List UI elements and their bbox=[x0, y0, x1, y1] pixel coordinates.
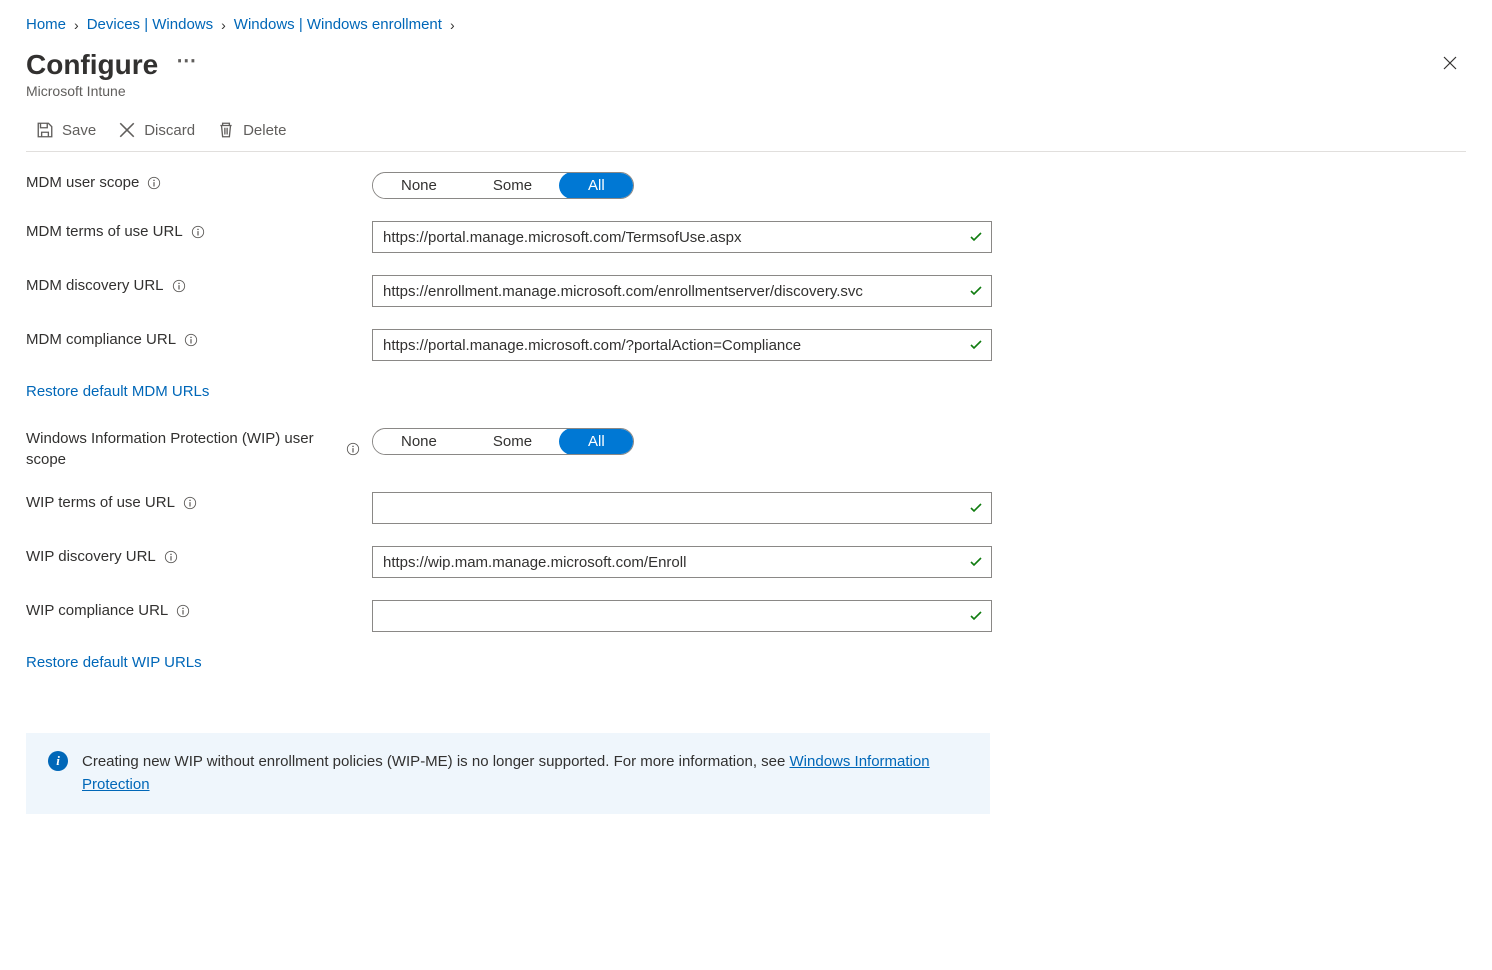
info-icon[interactable] bbox=[176, 604, 190, 618]
delete-button[interactable]: Delete bbox=[217, 121, 286, 139]
breadcrumb: Home › Devices | Windows › Windows | Win… bbox=[26, 16, 1466, 33]
chevron-right-icon: › bbox=[72, 17, 81, 33]
info-icon[interactable] bbox=[172, 279, 186, 293]
wip-tou-label: WIP terms of use URL bbox=[26, 492, 175, 513]
close-icon bbox=[1442, 55, 1458, 71]
restore-wip-urls-link[interactable]: Restore default WIP URLs bbox=[26, 654, 202, 671]
info-icon[interactable] bbox=[183, 496, 197, 510]
discard-button[interactable]: Discard bbox=[118, 121, 195, 139]
close-button[interactable] bbox=[1434, 47, 1466, 79]
page-title: Configure ⋯ bbox=[26, 49, 1434, 81]
toolbar: Save Discard Delete bbox=[26, 111, 1466, 152]
discard-label: Discard bbox=[144, 122, 195, 139]
wip-compliance-label: WIP compliance URL bbox=[26, 600, 168, 621]
valid-check-icon bbox=[968, 608, 984, 624]
mdm-scope-all[interactable]: All bbox=[559, 172, 634, 199]
info-banner-message: Creating new WIP without enrollment poli… bbox=[82, 753, 790, 770]
wip-discovery-input[interactable] bbox=[372, 546, 992, 578]
info-icon: i bbox=[48, 751, 68, 771]
more-actions-button[interactable]: ⋯ bbox=[176, 51, 198, 71]
info-icon[interactable] bbox=[346, 442, 360, 456]
mdm-tou-input[interactable] bbox=[372, 221, 992, 253]
breadcrumb-devices-windows[interactable]: Devices | Windows bbox=[87, 16, 213, 33]
mdm-scope-none[interactable]: None bbox=[373, 173, 465, 198]
breadcrumb-windows-enrollment[interactable]: Windows | Windows enrollment bbox=[234, 16, 442, 33]
wip-scope-some[interactable]: Some bbox=[465, 429, 560, 454]
save-button[interactable]: Save bbox=[36, 121, 96, 139]
breadcrumb-home[interactable]: Home bbox=[26, 16, 66, 33]
restore-mdm-urls-link[interactable]: Restore default MDM URLs bbox=[26, 383, 209, 400]
info-icon[interactable] bbox=[191, 225, 205, 239]
chevron-right-icon: › bbox=[448, 17, 457, 33]
info-banner: i Creating new WIP without enrollment po… bbox=[26, 733, 990, 814]
valid-check-icon bbox=[968, 500, 984, 516]
wip-tou-input[interactable] bbox=[372, 492, 992, 524]
delete-label: Delete bbox=[243, 122, 286, 139]
wip-discovery-label: WIP discovery URL bbox=[26, 546, 156, 567]
info-banner-text: Creating new WIP without enrollment poli… bbox=[82, 751, 968, 796]
wip-user-scope-segmented[interactable]: None Some All bbox=[372, 428, 634, 455]
mdm-compliance-label: MDM compliance URL bbox=[26, 329, 176, 350]
mdm-scope-some[interactable]: Some bbox=[465, 173, 560, 198]
page-subtitle: Microsoft Intune bbox=[26, 83, 1434, 99]
info-icon[interactable] bbox=[164, 550, 178, 564]
valid-check-icon bbox=[968, 337, 984, 353]
discard-icon bbox=[118, 121, 136, 139]
info-icon[interactable] bbox=[147, 176, 161, 190]
page-title-text: Configure bbox=[26, 49, 158, 81]
mdm-user-scope-segmented[interactable]: None Some All bbox=[372, 172, 634, 199]
delete-icon bbox=[217, 121, 235, 139]
chevron-right-icon: › bbox=[219, 17, 228, 33]
wip-user-scope-label: Windows Information Protection (WIP) use… bbox=[26, 428, 338, 470]
valid-check-icon bbox=[968, 554, 984, 570]
mdm-user-scope-label: MDM user scope bbox=[26, 172, 139, 193]
valid-check-icon bbox=[968, 283, 984, 299]
mdm-compliance-input[interactable] bbox=[372, 329, 992, 361]
valid-check-icon bbox=[968, 229, 984, 245]
save-icon bbox=[36, 121, 54, 139]
wip-scope-all[interactable]: All bbox=[559, 428, 634, 455]
mdm-discovery-label: MDM discovery URL bbox=[26, 275, 164, 296]
mdm-tou-label: MDM terms of use URL bbox=[26, 221, 183, 242]
save-label: Save bbox=[62, 122, 96, 139]
info-icon[interactable] bbox=[184, 333, 198, 347]
mdm-discovery-input[interactable] bbox=[372, 275, 992, 307]
wip-compliance-input[interactable] bbox=[372, 600, 992, 632]
wip-scope-none[interactable]: None bbox=[373, 429, 465, 454]
